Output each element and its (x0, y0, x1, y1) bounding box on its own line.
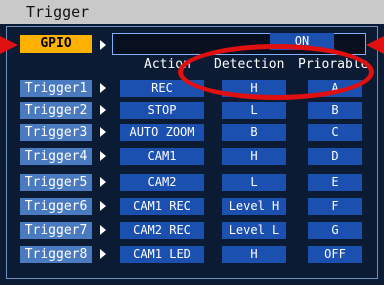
trigger-button[interactable]: Trigger1 (20, 80, 92, 97)
priority-cell[interactable]: OFF (308, 246, 362, 263)
detection-cell[interactable]: Level H (222, 198, 286, 215)
detection-cell[interactable]: B (222, 124, 286, 141)
row-arrow-icon (100, 105, 106, 115)
action-cell[interactable]: STOP (120, 102, 204, 119)
priority-cell[interactable]: B (308, 102, 362, 119)
trigger-button[interactable]: Trigger7 (20, 222, 92, 239)
trigger-button[interactable]: Trigger3 (20, 124, 92, 141)
detection-cell[interactable]: Level L (222, 222, 286, 239)
trigger-button[interactable]: Trigger2 (20, 102, 92, 119)
row-arrow-icon (100, 127, 106, 137)
action-cell[interactable]: CAM1 (120, 148, 204, 165)
left-annotation-arrow-icon (0, 36, 18, 54)
trigger-button[interactable]: Trigger4 (20, 148, 92, 165)
row-arrow-icon (100, 177, 106, 187)
priority-cell[interactable]: E (308, 174, 362, 191)
window-title: Trigger (0, 0, 384, 24)
action-cell[interactable]: CAM1 LED (120, 246, 204, 263)
row-arrow-icon (100, 249, 106, 259)
gpio-arrow-icon (100, 40, 106, 50)
action-cell[interactable]: AUTO ZOOM (120, 124, 204, 141)
detection-cell[interactable]: L (222, 102, 286, 119)
row-arrow-icon (100, 201, 106, 211)
priority-cell[interactable]: G (308, 222, 362, 239)
priority-cell[interactable]: D (308, 148, 362, 165)
trigger-button[interactable]: Trigger6 (20, 198, 92, 215)
gpio-button[interactable]: GPIO (20, 35, 92, 53)
right-annotation-arrow-icon (366, 36, 384, 54)
priority-cell[interactable]: C (308, 124, 362, 141)
trigger-button[interactable]: Trigger8 (20, 246, 92, 263)
row-arrow-icon (100, 83, 106, 93)
detection-cell[interactable]: H (222, 246, 286, 263)
detection-cell[interactable]: L (222, 174, 286, 191)
detection-cell[interactable]: H (222, 148, 286, 165)
action-cell[interactable]: CAM1 REC (120, 198, 204, 215)
priority-cell[interactable]: F (308, 198, 362, 215)
annotation-ellipse (178, 44, 374, 100)
action-cell[interactable]: CAM2 REC (120, 222, 204, 239)
trigger-screen: Trigger GPIO ON Action Detection Priorab… (0, 0, 384, 285)
trigger-button[interactable]: Trigger5 (20, 174, 92, 191)
row-arrow-icon (100, 225, 106, 235)
action-cell[interactable]: CAM2 (120, 174, 204, 191)
row-arrow-icon (100, 151, 106, 161)
